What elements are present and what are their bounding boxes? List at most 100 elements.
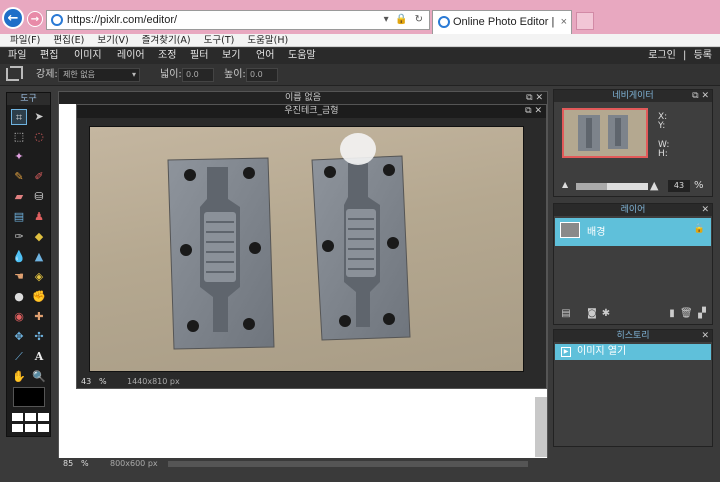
zoom-tool-icon[interactable]: 🔍 bbox=[31, 369, 47, 385]
browser-menu-view[interactable]: 보기(V) bbox=[97, 35, 128, 46]
move-tool-icon[interactable]: ➤ bbox=[31, 109, 47, 125]
layer-mask-icon[interactable]: ◙ bbox=[586, 308, 598, 319]
layers-close-button[interactable]: ✕ bbox=[701, 204, 709, 216]
sponge-tool-icon[interactable]: ◈ bbox=[31, 269, 47, 285]
new-layer-icon[interactable]: ▮ bbox=[666, 308, 678, 319]
foreground-color-swatch[interactable] bbox=[13, 387, 45, 407]
menu-adjust[interactable]: 조정 bbox=[158, 48, 176, 64]
photo-canvas[interactable] bbox=[89, 126, 524, 372]
zoom-slider[interactable] bbox=[576, 183, 648, 190]
sharpen-tool-icon[interactable]: ▲ bbox=[31, 249, 47, 265]
crop-icon bbox=[6, 66, 23, 81]
history-item[interactable]: ▶ 이미지 열기 bbox=[555, 344, 711, 360]
new-tab-button[interactable] bbox=[576, 12, 594, 30]
document-title-untitled[interactable]: 이름 없음 ⧉ ✕ bbox=[59, 92, 547, 104]
color-replace-icon[interactable]: ✑ bbox=[11, 229, 27, 245]
pencil-tool-icon[interactable]: ✎ bbox=[11, 169, 27, 185]
back-button[interactable]: ← bbox=[2, 7, 24, 29]
menu-image[interactable]: 이미지 bbox=[74, 48, 102, 64]
swatch-3[interactable] bbox=[38, 413, 49, 421]
navigator-header[interactable]: 네비게이터 ⧉ ✕ bbox=[554, 90, 712, 102]
brush-tool-icon[interactable]: ✐ bbox=[31, 169, 47, 185]
height-input[interactable]: 0.0 bbox=[246, 68, 278, 82]
spot-heal-tool-icon[interactable]: ✚ bbox=[31, 309, 47, 325]
layers-header[interactable]: 레이어 ✕ bbox=[554, 204, 712, 216]
burn-tool-icon[interactable]: ✊ bbox=[31, 289, 47, 305]
nav-h-label: H: bbox=[658, 149, 668, 159]
layer-item-background[interactable]: 배경 🔒 bbox=[555, 218, 711, 246]
history-title: 히스토리 bbox=[616, 331, 650, 341]
register-link[interactable]: 등록 bbox=[694, 50, 712, 61]
menu-file[interactable]: 파일 bbox=[8, 48, 26, 64]
pinch-tool-icon[interactable]: ✣ bbox=[31, 329, 47, 345]
browser-menu-tools[interactable]: 도구(T) bbox=[204, 35, 235, 46]
layer-link-icon[interactable]: ▞ bbox=[696, 308, 708, 319]
browser-menu-edit[interactable]: 편집(E) bbox=[53, 35, 84, 46]
forward-button[interactable]: → bbox=[27, 11, 43, 27]
navigator-zoom-input[interactable]: 43 bbox=[668, 180, 690, 192]
constraint-select[interactable]: 제한 없음 ▾ bbox=[58, 68, 140, 82]
tab-close-button[interactable]: × bbox=[561, 11, 567, 33]
swatch-1[interactable] bbox=[12, 413, 23, 421]
crop-tool-icon[interactable]: ⌗ bbox=[11, 109, 27, 125]
history-close-button[interactable]: ✕ bbox=[701, 330, 709, 342]
swatch-6[interactable] bbox=[38, 424, 49, 432]
menu-edit[interactable]: 편집 bbox=[40, 48, 58, 64]
zoom-in-icon[interactable]: ▲ bbox=[650, 179, 658, 192]
menu-language[interactable]: 언어 bbox=[256, 48, 274, 64]
lasso-tool-icon[interactable]: ◌ bbox=[31, 129, 47, 145]
stamp-tool-icon[interactable]: ♟ bbox=[31, 209, 47, 225]
delete-layer-icon[interactable]: 🗑 bbox=[680, 308, 693, 319]
eraser-tool-icon[interactable]: ▰ bbox=[11, 189, 27, 205]
menu-filter[interactable]: 필터 bbox=[190, 48, 208, 64]
bloat-tool-icon[interactable]: ✥ bbox=[11, 329, 27, 345]
navigator-thumbnail[interactable] bbox=[562, 108, 648, 158]
document-title-mold[interactable]: 우진테크_금형 ⧉ ✕ bbox=[77, 105, 546, 118]
address-bar[interactable]: https://pixlr.com/editor/ ▾ 🔒 ↻ bbox=[46, 10, 430, 30]
zoom-out-icon[interactable]: ▲ bbox=[562, 180, 568, 189]
drawing-tool-icon[interactable]: ◆ bbox=[31, 229, 47, 245]
history-panel: 히스토리 ✕ ▶ 이미지 열기 bbox=[553, 329, 713, 447]
blur-tool-icon[interactable]: 💧 bbox=[11, 249, 27, 265]
gradient-tool-icon[interactable]: ▤ bbox=[11, 209, 27, 225]
red-eye-tool-icon[interactable]: ◉ bbox=[11, 309, 27, 325]
toolbox-panel: 도구 ⌗ ➤ ⬚ ◌ ✦ ✎ ✐ ▰ ⛁ ▤ ♟ ✑ ◆ 💧 ▲ ☚ ◈ ● ✊… bbox=[6, 92, 51, 437]
menu-view[interactable]: 보기 bbox=[222, 48, 240, 64]
untitled-zoom-value[interactable]: 85 bbox=[63, 458, 73, 470]
address-controls[interactable]: ▾ 🔒 ↻ bbox=[384, 11, 425, 29]
smudge-tool-icon[interactable]: ☚ bbox=[11, 269, 27, 285]
untitled-zoom-percent: % bbox=[81, 459, 89, 468]
text-tool-icon[interactable]: A bbox=[31, 349, 47, 365]
layer-settings-icon[interactable]: ▤ bbox=[560, 308, 572, 319]
untitled-size: 800x600 px bbox=[110, 459, 158, 468]
paint-bucket-icon[interactable]: ⛁ bbox=[31, 189, 47, 205]
swatch-4[interactable] bbox=[12, 424, 23, 432]
swatch-2[interactable] bbox=[25, 413, 36, 421]
browser-menu-favorites[interactable]: 즐겨찾기(A) bbox=[142, 35, 191, 46]
history-header[interactable]: 히스토리 ✕ bbox=[554, 330, 712, 342]
width-input[interactable]: 0.0 bbox=[182, 68, 214, 82]
vertical-scrollbar[interactable] bbox=[535, 397, 547, 457]
hand-tool-icon[interactable]: ✋ bbox=[11, 369, 27, 385]
layer-styles-icon[interactable]: ✱ bbox=[600, 308, 612, 319]
marquee-tool-icon[interactable]: ⬚ bbox=[11, 129, 27, 145]
navigator-zoom-percent: % bbox=[694, 180, 704, 191]
magic-wand-icon[interactable]: ✦ bbox=[11, 149, 27, 165]
mold-window-controls[interactable]: ⧉ ✕ bbox=[525, 105, 542, 118]
horizontal-scrollbar[interactable] bbox=[168, 461, 528, 467]
navigator-window-controls[interactable]: ⧉ ✕ bbox=[692, 90, 709, 102]
menu-help[interactable]: 도움말 bbox=[288, 48, 316, 64]
dodge-tool-icon[interactable]: ● bbox=[11, 289, 27, 305]
menu-layer[interactable]: 레이어 bbox=[117, 48, 145, 64]
right-mold bbox=[311, 133, 411, 341]
login-link[interactable]: 로그인 bbox=[648, 50, 676, 61]
browser-menu-help[interactable]: 도움말(H) bbox=[247, 35, 288, 46]
color-picker-icon[interactable]: ⟋ bbox=[11, 349, 27, 365]
address-url[interactable]: https://pixlr.com/editor/ bbox=[67, 11, 177, 29]
app-menubar: 파일 편집 이미지 레이어 조정 필터 보기 언어 도움말 로그인 | 등록 bbox=[0, 48, 720, 64]
mold-zoom-value[interactable]: 43 bbox=[81, 376, 91, 388]
browser-tab[interactable]: Online Photo Editor | Pixlr ... × bbox=[432, 10, 572, 34]
swatch-5[interactable] bbox=[25, 424, 36, 432]
untitled-window-controls[interactable]: ⧉ ✕ bbox=[526, 92, 543, 104]
browser-menu-file[interactable]: 파일(F) bbox=[10, 35, 40, 46]
